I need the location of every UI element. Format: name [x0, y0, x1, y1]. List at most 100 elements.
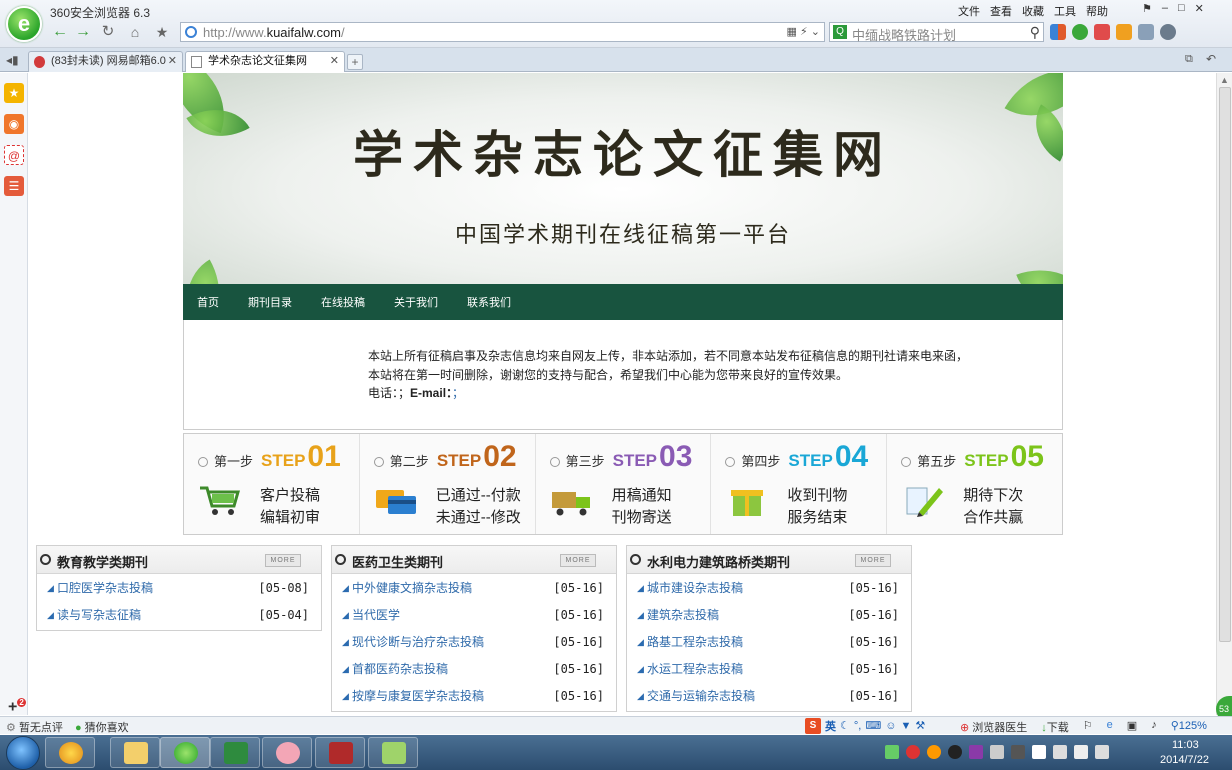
volume-icon[interactable] — [1074, 745, 1088, 759]
nav-about-us[interactable]: 关于我们 — [394, 294, 438, 310]
tab-close-icon[interactable]: ✕ — [168, 52, 177, 71]
home-icon[interactable]: ⌂ — [125, 22, 145, 42]
speaker-icon[interactable]: ♪ — [1151, 719, 1157, 735]
ime-mode[interactable]: 英 — [825, 718, 836, 734]
address-url[interactable]: http://www.kuaifalw.com/ — [203, 25, 345, 40]
address-tools-icons[interactable]: ▦ ⚡ ⌄ — [787, 25, 820, 38]
journal-link[interactable]: 首都医药杂志投稿 — [352, 656, 448, 683]
journal-link[interactable]: 水运工程杂志投稿 — [647, 656, 743, 683]
ie-icon[interactable]: e — [1107, 719, 1113, 735]
more-button[interactable]: MORE — [265, 554, 301, 567]
search-box[interactable]: Q 中缅战略铁路计划 ⚲ — [829, 22, 1044, 44]
tray-app-icon[interactable] — [906, 745, 920, 759]
taskbar-360safe[interactable] — [45, 737, 95, 768]
clock-date[interactable]: 2014/7/22 — [1160, 754, 1209, 766]
translate-icon[interactable] — [1138, 24, 1154, 40]
journal-link[interactable]: 建筑杂志投稿 — [647, 602, 719, 629]
email-value[interactable]: ； — [452, 386, 464, 400]
sidebar-toggle-icon[interactable]: ◂▮ — [6, 53, 19, 67]
favorites-star-icon[interactable]: ★ — [4, 83, 24, 103]
taskbar-explorer[interactable] — [110, 737, 160, 768]
sogou-ime-icon[interactable]: S — [805, 717, 821, 734]
search-icon[interactable]: ⚲ — [1030, 24, 1040, 41]
taskbar-360browser[interactable] — [160, 737, 210, 768]
nav-online-submission[interactable]: 在线投稿 — [321, 294, 365, 310]
user-icon[interactable]: ☺ — [885, 720, 896, 732]
scroll-up-arrow-icon[interactable]: ▲ — [1220, 75, 1229, 85]
journal-link[interactable]: 按摩与康复医学杂志投稿 — [352, 683, 484, 710]
journal-link[interactable]: 城市建设杂志投稿 — [647, 575, 743, 602]
journal-link[interactable]: 当代医学 — [352, 602, 400, 629]
shield-icon[interactable] — [1072, 24, 1088, 40]
battery-icon[interactable] — [885, 745, 899, 759]
qq-penguin-icon[interactable] — [948, 745, 962, 759]
journal-link[interactable]: 读与写杂志征稿 — [57, 602, 141, 629]
taskbar-pig-app[interactable] — [262, 737, 312, 768]
journal-link[interactable]: 现代诊断与治疗杂志投稿 — [352, 629, 484, 656]
moon-icon[interactable]: ☾ — [840, 719, 850, 732]
menu-help[interactable]: 帮助 — [1086, 3, 1108, 19]
search-engine-icon[interactable]: Q — [833, 25, 847, 39]
download-link[interactable]: ↓下载 — [1041, 719, 1069, 735]
tab-mail[interactable]: (83封未读) 网易邮箱6.0 ✕ — [28, 51, 183, 72]
tools-search-icon[interactable] — [1160, 24, 1176, 40]
taskbar-media[interactable] — [315, 737, 365, 768]
nav-home[interactable]: 首页 — [197, 294, 219, 310]
close-icon[interactable]: ✕ — [1195, 2, 1204, 15]
menu-view[interactable]: 查看 — [990, 3, 1012, 19]
taskbar-excel[interactable] — [210, 737, 260, 768]
star-icon[interactable]: ★ — [152, 22, 172, 42]
restore-tab-icon[interactable]: ⧉ — [1185, 53, 1193, 66]
tab-close-icon[interactable]: ✕ — [330, 52, 339, 71]
punctuation-icon[interactable]: °, — [854, 720, 861, 732]
minimize-icon[interactable]: – — [1162, 2, 1168, 15]
sidebar-add-button[interactable]: +2 — [8, 698, 26, 716]
shopping-icon[interactable]: ☰ — [4, 176, 24, 196]
journal-link[interactable]: 路基工程杂志投稿 — [647, 629, 743, 656]
clock-time[interactable]: 11:03 — [1172, 739, 1199, 751]
browser-doctor-link[interactable]: ⊕ 浏览器医生 — [960, 719, 1027, 735]
address-bar[interactable]: http://www.kuaifalw.com/ ▦ ⚡ ⌄ — [180, 22, 825, 42]
adblock-icon[interactable] — [1094, 24, 1110, 40]
scroll-thumb[interactable] — [1219, 87, 1231, 642]
more-button[interactable]: MORE — [855, 554, 891, 567]
tray-app-icon[interactable] — [990, 745, 1004, 759]
flag-icon[interactable]: ⚐ — [1083, 719, 1093, 735]
search-input[interactable]: 中缅战略铁路计划 — [852, 25, 956, 44]
page-scrollbar[interactable]: ▲ ▼ — [1216, 73, 1232, 715]
tab-current-page[interactable]: 学术杂志论文征集网 ✕ — [185, 51, 345, 72]
maximize-icon[interactable]: □ — [1178, 2, 1185, 15]
more-button[interactable]: MORE — [560, 554, 596, 567]
skin-icon[interactable]: ⚑ — [1142, 2, 1152, 15]
email-at-icon[interactable]: @ — [4, 145, 24, 165]
window-icon[interactable]: ▣ — [1127, 719, 1137, 735]
journal-link[interactable]: 交通与运输杂志投稿 — [647, 683, 755, 710]
journal-link[interactable]: 口腔医学杂志投稿 — [57, 575, 153, 602]
nav-journal-catalog[interactable]: 期刊目录 — [248, 294, 292, 310]
onenote-icon[interactable] — [969, 745, 983, 759]
network-icon[interactable] — [1053, 745, 1067, 759]
tray-app-icon[interactable] — [1011, 745, 1025, 759]
refresh-icon[interactable]: ↻ — [98, 22, 118, 42]
new-tab-button[interactable]: + — [347, 54, 363, 70]
start-button[interactable] — [6, 736, 40, 770]
back-arrow-icon[interactable]: ← — [50, 22, 70, 42]
forward-arrow-icon[interactable]: → — [73, 22, 93, 42]
shirt-icon[interactable]: ▼ — [900, 720, 911, 732]
menu-tools[interactable]: 工具 — [1054, 3, 1076, 19]
menu-file[interactable]: 文件 — [958, 3, 980, 19]
weibo-icon[interactable]: ◉ — [4, 114, 24, 134]
nav-contact-us[interactable]: 联系我们 — [467, 294, 511, 310]
no-review-link[interactable]: ⚙ 暂无点评 — [6, 719, 63, 735]
guess-you-like-link[interactable]: ● 猜你喜欢 — [75, 719, 129, 735]
zoom-level[interactable]: ⚲125% — [1171, 719, 1207, 735]
wrench-icon[interactable]: ⚒ — [915, 719, 925, 732]
tray-app-icon[interactable] — [927, 745, 941, 759]
journal-link[interactable]: 中外健康文摘杂志投稿 — [352, 575, 472, 602]
taskbar-editor[interactable] — [368, 737, 418, 768]
undo-close-icon[interactable]: ↶ — [1206, 52, 1216, 66]
apps-grid-icon[interactable] — [1050, 24, 1066, 40]
keyboard-icon[interactable]: ⌨ — [865, 719, 881, 732]
menu-favorites[interactable]: 收藏 — [1022, 3, 1044, 19]
tray-app-icon[interactable] — [1095, 745, 1109, 759]
